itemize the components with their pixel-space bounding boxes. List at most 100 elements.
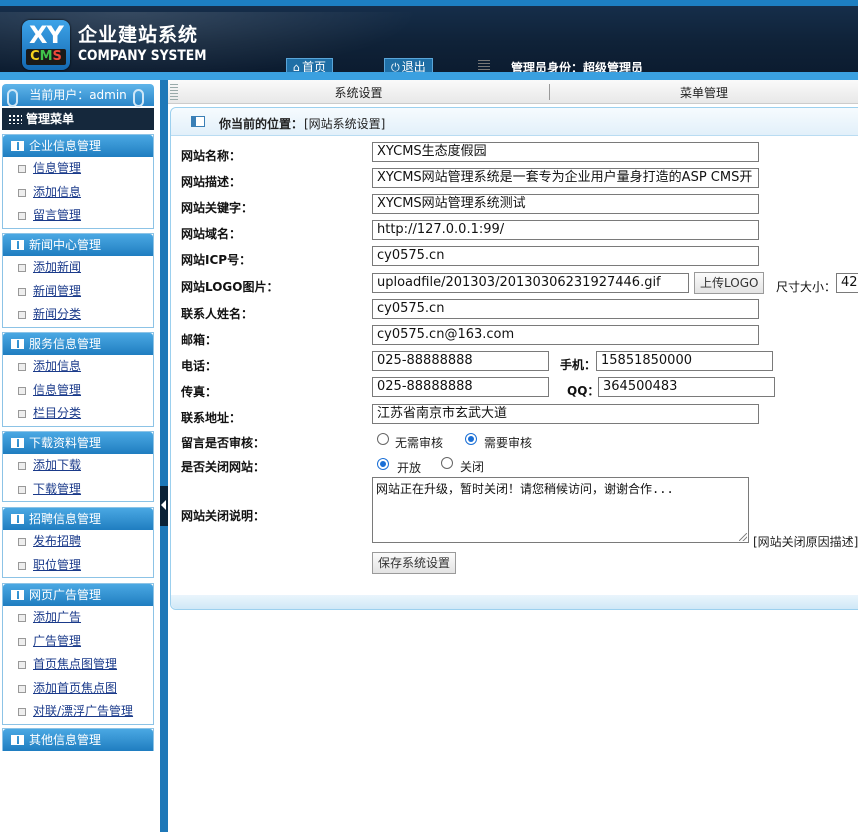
tab-system-settings[interactable]: 系统设置: [168, 80, 549, 104]
bullet-icon: [18, 264, 26, 272]
bullet-icon: [18, 363, 26, 371]
site-desc-input[interactable]: XYCMS网站管理系统是一套专为企业用户量身打造的ASP CMS开: [372, 168, 759, 188]
menu-item[interactable]: 新闻分类: [3, 303, 153, 327]
menu-group-download: 下载资料管理 添加下载 下载管理: [2, 431, 154, 502]
menu-item[interactable]: 对联/漂浮广告管理: [3, 700, 153, 724]
menu-group-news: 新闻中心管理 添加新闻 新闻管理 新闻分类: [2, 233, 154, 328]
resize-handle-icon[interactable]: [739, 533, 747, 541]
email-input[interactable]: cy0575.cn@163.com: [372, 325, 759, 345]
menu-item[interactable]: 发布招聘: [3, 530, 153, 554]
window-icon: [191, 116, 205, 127]
menu-group-title[interactable]: 其他信息管理: [3, 729, 153, 751]
need-review-radio[interactable]: [465, 433, 477, 445]
address-input[interactable]: 江苏省南京市玄武大道: [372, 404, 759, 424]
menu-group-other: 其他信息管理: [2, 728, 154, 751]
need-review-label: 需要审核: [484, 436, 533, 450]
site-close-radio[interactable]: [441, 457, 453, 469]
bullet-icon: [18, 410, 26, 418]
menu-group-ads: 网页广告管理 添加广告 广告管理 首页焦点图管理 添加首页焦点图 对联/漂浮广告…: [2, 583, 154, 725]
address-label: 联系地址：: [181, 411, 242, 425]
menu-item[interactable]: 留言管理: [3, 204, 153, 228]
site-close-label: 关闭: [460, 460, 485, 474]
book-icon: [11, 514, 24, 524]
top-tabs: 系统设置 菜单管理: [168, 80, 858, 104]
fax-label: 传真：: [181, 385, 218, 399]
menu-item[interactable]: 栏目分类: [3, 402, 153, 426]
qq-input[interactable]: 364500483: [598, 377, 775, 397]
tab-menu-management[interactable]: 菜单管理: [550, 80, 858, 104]
current-user: 当前用户：admin: [2, 84, 154, 106]
logo-size-input[interactable]: 420: [836, 273, 858, 293]
bullet-icon: [18, 462, 26, 470]
collapse-sidebar-icon[interactable]: [160, 486, 168, 526]
book-icon: [11, 339, 24, 349]
close-reason-textarea[interactable]: 网站正在升级，暂时关闭！请您稍候访问，谢谢合作...: [372, 477, 749, 543]
header-stripe: [0, 72, 858, 80]
menu-group-service: 服务信息管理 添加信息 信息管理 栏目分类: [2, 332, 154, 427]
menu-item[interactable]: 广告管理: [3, 630, 153, 654]
menu-group-title[interactable]: 企业信息管理: [3, 135, 153, 157]
site-name-input[interactable]: XYCMS生态度假园: [372, 142, 759, 162]
location-label: 你当前的位置：: [219, 117, 304, 131]
qq-label: QQ：: [567, 384, 600, 398]
book-icon: [11, 240, 24, 250]
site-logo-input[interactable]: uploadfile/201303/20130306231927446.gif: [372, 273, 689, 293]
menu-item[interactable]: 信息管理: [3, 157, 153, 181]
logo-xy-text: XY: [29, 21, 64, 49]
bullet-icon: [18, 614, 26, 622]
menu-item[interactable]: 添加新闻: [3, 256, 153, 280]
site-icp-label: 网站ICP号：: [181, 253, 252, 267]
site-domain-label: 网站域名：: [181, 227, 242, 241]
bullet-icon: [18, 561, 26, 570]
phone-label: 电话：: [181, 359, 218, 373]
site-logo-label: 网站LOGO图片：: [181, 280, 279, 294]
menu-group-title[interactable]: 招聘信息管理: [3, 508, 153, 530]
bullet-icon: [18, 684, 26, 693]
menu-item[interactable]: 下载管理: [3, 478, 153, 502]
fax-input[interactable]: 025-88888888: [372, 377, 549, 397]
sidebar: 当前用户：admin 管理菜单 企业信息管理 信息管理 添加信息 留言管理 新闻…: [0, 80, 160, 832]
bullet-icon: [18, 538, 26, 546]
phone-input[interactable]: 025-88888888: [372, 351, 549, 371]
menu-group-title[interactable]: 服务信息管理: [3, 333, 153, 355]
menu-item[interactable]: 添加下载: [3, 454, 153, 478]
menu-item[interactable]: 添加信息: [3, 181, 153, 205]
menu-item[interactable]: 添加首页焦点图: [3, 677, 153, 701]
logo-cms-text: CMS: [26, 49, 66, 65]
book-icon: [11, 438, 24, 448]
header: XY CMS 企业建站系统 COMPANY SYSTEM ⌂ 首页 ⏻ 退出 管理员…: [0, 0, 858, 78]
site-domain-input[interactable]: http://127.0.0.1:99/: [372, 220, 759, 240]
bullet-icon: [18, 188, 26, 197]
close-reason-note: [网站关闭原因描述]: [753, 535, 858, 549]
site-icp-input[interactable]: cy0575.cn: [372, 246, 759, 266]
mobile-input[interactable]: 15851850000: [596, 351, 773, 371]
upload-logo-button[interactable]: 上传LOGO: [694, 272, 765, 294]
menu-item[interactable]: 职位管理: [3, 554, 153, 578]
settings-panel: 你当前的位置： [网站系统设置] 网站名称： XYCMS生态度假园 网站描述： …: [170, 107, 858, 610]
menu-item[interactable]: 新闻管理: [3, 280, 153, 304]
contact-name-input[interactable]: cy0575.cn: [372, 299, 759, 319]
menu-group-title[interactable]: 下载资料管理: [3, 432, 153, 454]
logo-size-label: 尺寸大小：: [776, 280, 837, 294]
site-open-radio[interactable]: [377, 458, 389, 470]
bullet-icon: [18, 311, 26, 319]
menu-item[interactable]: 添加广告: [3, 606, 153, 630]
no-review-radio[interactable]: [377, 433, 389, 445]
site-keywords-input[interactable]: XYCMS网站管理系统测试: [372, 194, 759, 214]
close-reason-label: 网站关闭说明：: [181, 509, 266, 523]
ring-right-icon: [133, 89, 144, 107]
menu-group-title[interactable]: 网页广告管理: [3, 584, 153, 606]
bullet-icon: [18, 661, 26, 669]
grid-icon: [8, 114, 22, 124]
menu-item[interactable]: 信息管理: [3, 379, 153, 403]
menu-title: 管理菜单: [2, 108, 154, 130]
bullet-icon: [18, 485, 26, 494]
site-name-label: 网站名称：: [181, 149, 242, 163]
menu-item[interactable]: 添加信息: [3, 355, 153, 379]
book-icon: [11, 590, 24, 600]
menu-item[interactable]: 首页焦点图管理: [3, 653, 153, 677]
save-settings-button[interactable]: 保存系统设置: [372, 552, 457, 574]
sidebar-splitter[interactable]: [160, 80, 168, 832]
site-open-label: 开放: [397, 461, 422, 475]
menu-group-title[interactable]: 新闻中心管理: [3, 234, 153, 256]
